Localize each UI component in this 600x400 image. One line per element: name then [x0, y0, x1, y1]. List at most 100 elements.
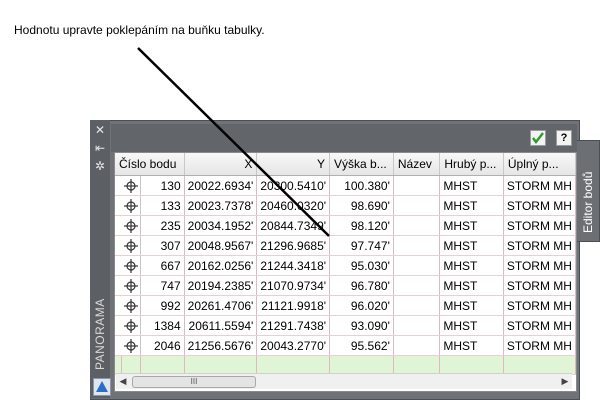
column-header[interactable]: Číslo bodu — [115, 153, 185, 176]
table-cell[interactable]: STORM MH — [503, 275, 576, 296]
table-cell[interactable]: MHST — [439, 235, 504, 256]
table-cell[interactable]: 20048.9567' — [184, 235, 258, 256]
table-cell[interactable]: STORM MH — [503, 335, 576, 356]
table-cell[interactable]: 1384 — [140, 315, 185, 336]
table-row[interactable]: 1384 20611.5594' 21291.7438' 93.090' MHST STO… — [115, 315, 576, 336]
new-row-cell[interactable] — [329, 355, 394, 375]
table-cell[interactable]: MHST — [439, 295, 504, 316]
table-cell[interactable]: 96.020' — [329, 295, 394, 316]
table-cell[interactable]: 20261.4706' — [184, 295, 258, 316]
table-cell[interactable]: 20844.7349' — [256, 215, 331, 236]
table-cell[interactable]: MHST — [439, 215, 504, 236]
table-cell[interactable]: 20460.0320' — [256, 195, 331, 216]
table-cell[interactable]: 20022.6934' — [184, 175, 258, 196]
new-row[interactable] — [115, 355, 576, 375]
table-cell[interactable]: 20043.2770' — [256, 335, 331, 356]
table-cell[interactable] — [393, 175, 441, 196]
table-cell[interactable]: MHST — [439, 335, 504, 356]
table-cell[interactable]: MHST — [439, 315, 504, 336]
table-cell[interactable]: 20611.5594' — [184, 315, 258, 336]
table-cell[interactable] — [393, 335, 441, 356]
horizontal-scrollbar[interactable]: ◀ III ▶ — [116, 373, 572, 389]
table-cell[interactable]: 307 — [140, 235, 185, 256]
table-cell[interactable]: 100.380' — [329, 175, 394, 196]
table-cell[interactable]: STORM MH — [503, 295, 576, 316]
column-header[interactable]: Úplný p... — [503, 153, 576, 176]
column-header[interactable]: Název — [393, 153, 441, 176]
table-cell[interactable]: 93.090' — [329, 315, 394, 336]
table-cell[interactable] — [393, 235, 441, 256]
table-row[interactable]: 133 20023.7378' 20460.0320' 98.690' MHST STOR… — [115, 195, 576, 216]
table-cell[interactable]: STORM MH — [503, 255, 576, 276]
table-cell[interactable]: 21244.3418' — [256, 255, 331, 276]
table-cell[interactable]: 21121.9918' — [256, 295, 331, 316]
new-row-cell[interactable] — [256, 355, 331, 375]
tab-editor-bodu[interactable]: Editor bodů — [577, 140, 600, 242]
table-cell[interactable]: STORM MH — [503, 315, 576, 336]
help-button[interactable]: ? — [556, 130, 572, 146]
column-header[interactable]: Hrubý p... — [439, 153, 504, 176]
auto-hide-icon[interactable]: ⇤ — [93, 141, 107, 155]
table-cell[interactable] — [393, 195, 441, 216]
table-row[interactable]: 992 20261.4706' 21121.9918' 96.020' MHST STOR… — [115, 295, 576, 316]
table-cell[interactable]: 235 — [140, 215, 185, 236]
table-cell[interactable]: 21256.5676' — [184, 335, 258, 356]
table-cell[interactable]: STORM MH — [503, 215, 576, 236]
table-cell[interactable]: STORM MH — [503, 195, 576, 216]
table-cell[interactable]: 747 — [140, 275, 185, 296]
table-cell[interactable] — [393, 215, 441, 236]
table-row[interactable]: 130 20022.6934' 20300.5410' 100.380' MHST STO… — [115, 175, 576, 196]
table-row[interactable]: 307 20048.9567' 21296.9685' 97.747' MHST STOR… — [115, 235, 576, 256]
panorama-title: PANORAMA — [93, 298, 107, 370]
new-row-cell[interactable] — [121, 355, 142, 375]
table-cell[interactable]: 20300.5410' — [256, 175, 331, 196]
new-row-cell[interactable] — [503, 355, 576, 375]
table-cell[interactable]: 95.030' — [329, 255, 394, 276]
table-cell[interactable]: 2046 — [140, 335, 185, 356]
table-cell[interactable]: 133 — [140, 195, 185, 216]
table-cell[interactable]: 667 — [140, 255, 185, 276]
new-row-cell[interactable] — [140, 355, 185, 375]
table-cell[interactable]: MHST — [439, 255, 504, 276]
table-cell[interactable] — [393, 255, 441, 276]
table-cell[interactable]: 97.747' — [329, 235, 394, 256]
table-cell[interactable]: STORM MH — [503, 175, 576, 196]
properties-icon[interactable]: ✲ — [93, 159, 107, 173]
table-cell[interactable] — [393, 275, 441, 296]
table-cell[interactable]: STORM MH — [503, 235, 576, 256]
column-header[interactable]: X — [184, 153, 258, 176]
table-cell[interactable]: 95.562' — [329, 335, 394, 356]
table-cell[interactable]: 21070.9734' — [256, 275, 331, 296]
table-cell[interactable]: 21291.7438' — [256, 315, 331, 336]
table-cell[interactable]: 96.780' — [329, 275, 394, 296]
new-row-cell[interactable] — [393, 355, 441, 375]
table-cell[interactable]: MHST — [439, 195, 504, 216]
table-cell[interactable]: 130 — [140, 175, 185, 196]
scroll-left-icon[interactable]: ◀ — [116, 374, 130, 389]
close-icon[interactable]: ✕ — [93, 123, 107, 137]
table-cell[interactable]: 21296.9685' — [256, 235, 331, 256]
table-cell[interactable]: MHST — [439, 175, 504, 196]
point-target-icon — [121, 195, 142, 216]
table-row[interactable]: 667 20162.0256' 21244.3418' 95.030' MHST STOR… — [115, 255, 576, 276]
table-row[interactable]: 235 20034.1952' 20844.7349' 98.120' MHST STOR… — [115, 215, 576, 236]
apply-checkmark-icon[interactable] — [530, 130, 546, 146]
column-header[interactable]: Výška b... — [329, 153, 394, 176]
table-cell[interactable]: 20162.0256' — [184, 255, 258, 276]
table-cell[interactable]: 98.120' — [329, 215, 394, 236]
new-row-cell[interactable] — [439, 355, 504, 375]
table-cell[interactable]: 98.690' — [329, 195, 394, 216]
table-cell[interactable] — [393, 315, 441, 336]
column-header[interactable]: Y — [256, 153, 331, 176]
scrollbar-thumb[interactable]: III — [132, 376, 256, 388]
table-cell[interactable]: MHST — [439, 275, 504, 296]
table-cell[interactable]: 992 — [140, 295, 185, 316]
table-cell[interactable]: 20034.1952' — [184, 215, 258, 236]
table-row[interactable]: 747 20194.2385' 21070.9734' 96.780' MHST STOR… — [115, 275, 576, 296]
table-cell[interactable]: 20194.2385' — [184, 275, 258, 296]
scroll-right-icon[interactable]: ▶ — [558, 374, 572, 389]
table-cell[interactable] — [393, 295, 441, 316]
new-row-cell[interactable] — [184, 355, 258, 375]
table-row[interactable]: 2046 21256.5676' 20043.2770' 95.562' MHST STO… — [115, 335, 576, 356]
table-cell[interactable]: 20023.7378' — [184, 195, 258, 216]
